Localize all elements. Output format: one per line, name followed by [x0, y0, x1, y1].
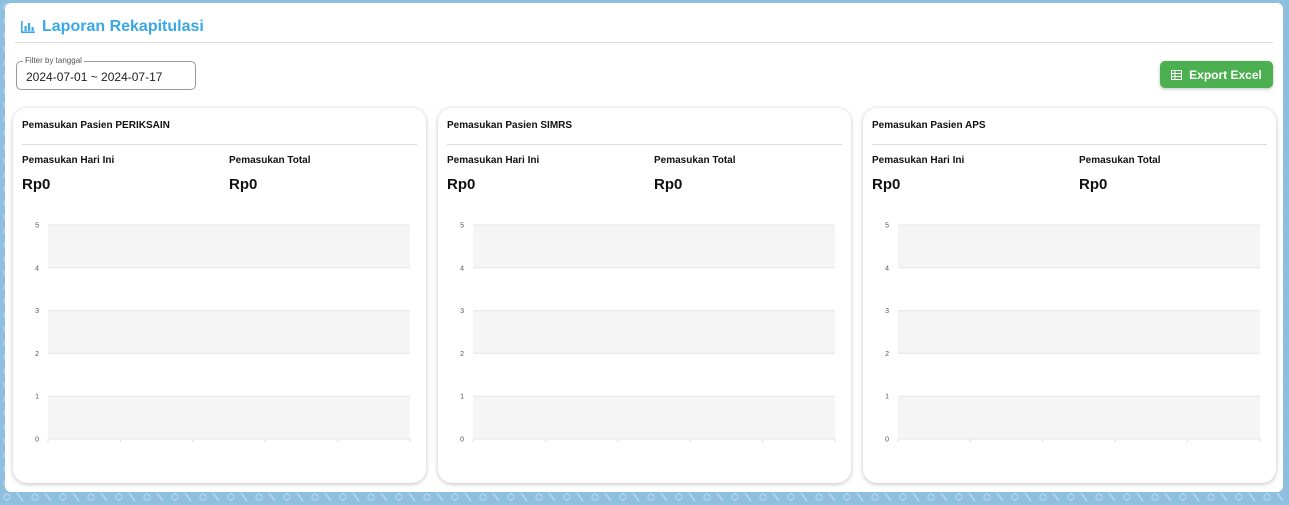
total-income-value: Rp0	[1079, 176, 1108, 193]
y-tick-label: 4	[35, 265, 39, 272]
grid-band	[473, 225, 835, 268]
page-header: Laporan Rekapitulasi	[20, 15, 204, 39]
y-tick-label: 2	[885, 351, 889, 358]
today-income-label: Pemasukan Hari Ini	[22, 155, 115, 166]
today-income-value: Rp0	[447, 176, 476, 193]
date-filter-field[interactable]: Filter by tanggal 2024-07-01 ~ 2024-07-1…	[16, 56, 196, 90]
today-income-label: Pemasukan Hari Ini	[447, 155, 540, 166]
grid-band	[48, 225, 410, 268]
total-income-label: Pemasukan Total	[654, 155, 736, 166]
y-tick-label: 0	[885, 437, 889, 444]
y-tick-label: 5	[35, 223, 39, 230]
y-tick-label: 4	[885, 265, 889, 272]
y-tick-label: 0	[35, 437, 39, 444]
grid-band	[898, 310, 1260, 354]
y-tick-label: 3	[885, 308, 889, 315]
y-tick-label: 5	[885, 223, 889, 230]
export-excel-button[interactable]: Export Excel	[1160, 61, 1273, 88]
total-income-value: Rp0	[229, 176, 258, 193]
card-divider	[872, 144, 1267, 145]
total-income-value: Rp0	[654, 176, 683, 193]
y-tick-label: 2	[460, 351, 464, 358]
today-income-value: Rp0	[22, 176, 51, 193]
card-title: Pemasukan Pasien APS	[872, 120, 986, 131]
y-tick-label: 2	[35, 351, 39, 358]
card-divider	[22, 144, 417, 145]
y-tick-label: 4	[460, 265, 464, 272]
grid-band	[48, 310, 410, 354]
card-aps: Pemasukan Pasien APS Pemasukan Hari Ini …	[863, 108, 1276, 483]
income-chart: 0 1 2 3 4 5	[460, 223, 836, 444]
header-divider	[15, 42, 1273, 43]
card-divider	[447, 144, 842, 145]
today-income-label: Pemasukan Hari Ini	[872, 155, 965, 166]
grid-band	[473, 310, 835, 354]
report-panel: Laporan Rekapitulasi Filter by tanggal 2…	[5, 3, 1283, 492]
y-tick-label: 1	[460, 394, 464, 401]
y-tick-label: 5	[460, 223, 464, 230]
date-filter-label: Filter by tanggal	[23, 56, 84, 66]
grid-band	[898, 225, 1260, 268]
y-tick-label: 0	[460, 437, 464, 444]
y-tick-label: 1	[35, 394, 39, 401]
total-income-label: Pemasukan Total	[1079, 155, 1161, 166]
card-periksain: Pemasukan Pasien PERIKSAIN Pemasukan Har…	[13, 108, 426, 483]
today-income-value: Rp0	[872, 176, 901, 193]
grid-band	[473, 396, 835, 439]
bar-chart-icon	[21, 21, 35, 33]
y-tick-label: 3	[460, 308, 464, 315]
income-chart: 0 1 2 3 4 5	[885, 223, 1261, 444]
total-income-label: Pemasukan Total	[229, 155, 311, 166]
export-excel-label: Export Excel	[1189, 67, 1262, 82]
card-simrs: Pemasukan Pasien SIMRS Pemasukan Hari In…	[438, 108, 851, 483]
card-title: Pemasukan Pasien PERIKSAIN	[22, 120, 170, 131]
spreadsheet-icon	[1171, 69, 1183, 80]
card-title: Pemasukan Pasien SIMRS	[447, 120, 573, 131]
y-tick-label: 3	[35, 308, 39, 315]
income-chart: 0 1 2 3 4 5	[35, 223, 411, 444]
grid-band	[898, 396, 1260, 439]
date-filter-value[interactable]: 2024-07-01 ~ 2024-07-17	[26, 70, 162, 84]
page-title: Laporan Rekapitulasi	[42, 18, 204, 35]
y-tick-label: 1	[885, 394, 889, 401]
grid-band	[48, 396, 410, 439]
